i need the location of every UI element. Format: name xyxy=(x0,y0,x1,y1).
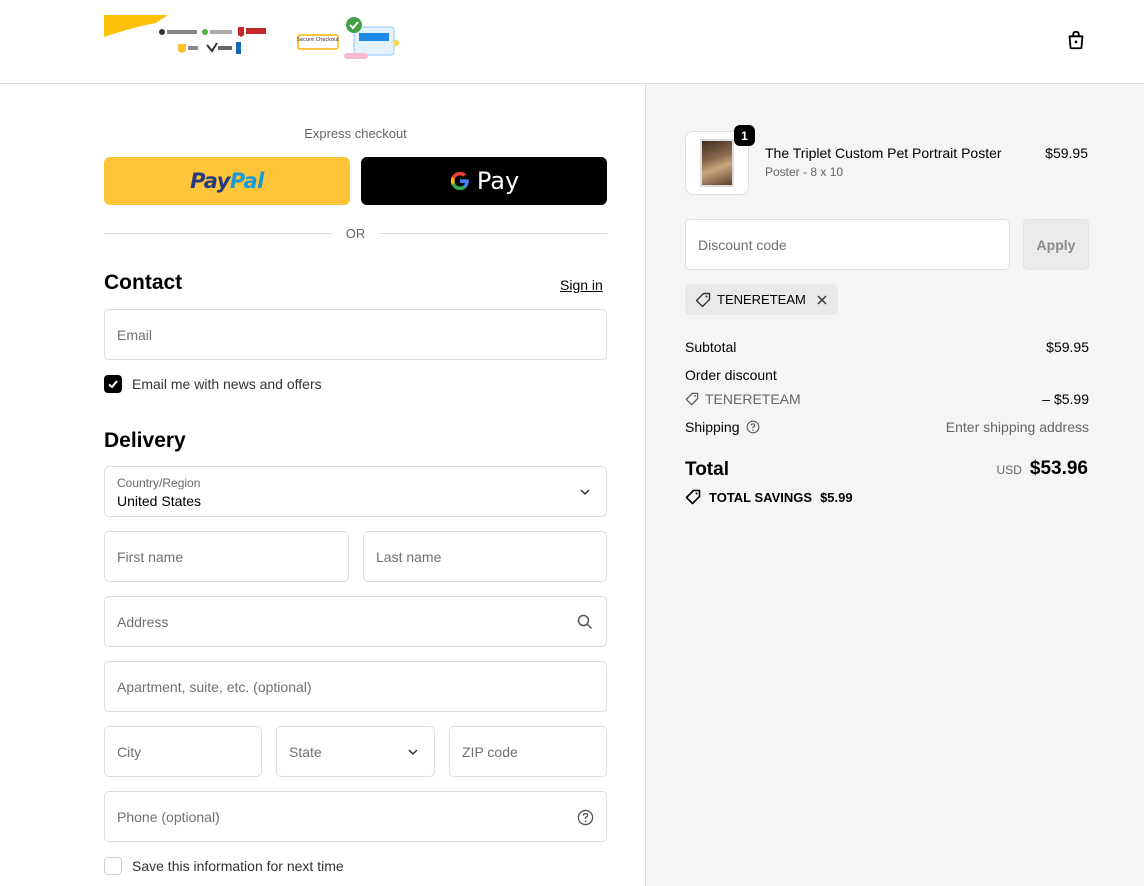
applied-discount-code: TENERETEAM xyxy=(717,292,806,307)
news-offers-row: Email me with news and offers xyxy=(104,375,322,393)
or-divider: OR xyxy=(104,225,607,241)
total-currency: USD xyxy=(996,463,1022,477)
contact-title: Contact xyxy=(104,271,183,294)
product-name: The Triplet Custom Pet Portrait Poster xyxy=(765,145,1002,161)
google-pay-button[interactable]: Pay xyxy=(361,157,607,205)
express-checkout-label: Express checkout xyxy=(304,126,407,141)
phone-field[interactable]: Phone (optional) xyxy=(104,791,607,842)
news-offers-label: Email me with news and offers xyxy=(132,376,322,392)
total-value: $53.96 xyxy=(1029,458,1088,479)
paypal-button[interactable]: PayPal xyxy=(104,157,350,205)
last-name-field[interactable]: Last name xyxy=(363,531,607,582)
search-icon xyxy=(576,613,594,631)
subtotal-row: Subtotal $59.95 xyxy=(685,339,1089,355)
city-field[interactable]: City xyxy=(104,726,262,777)
discount-code-row: TENERETEAM – $5.99 xyxy=(685,391,1089,407)
checkout-header: Secure Checkout xyxy=(0,0,1144,84)
save-info-checkbox[interactable] xyxy=(104,857,122,875)
close-icon xyxy=(817,295,827,304)
chevron-down-icon xyxy=(576,483,594,501)
subtotal-value: $59.95 xyxy=(1046,339,1089,355)
sign-in-link[interactable]: Sign in xyxy=(560,277,603,293)
product-price: $59.95 xyxy=(1045,145,1088,161)
tag-icon xyxy=(695,292,711,307)
save-info-row: Save this information for next time xyxy=(104,857,344,875)
country-select[interactable]: Country/Region United States xyxy=(104,466,607,517)
first-name-field[interactable]: First name xyxy=(104,531,349,582)
help-circle-icon[interactable] xyxy=(746,420,760,434)
zip-field[interactable]: ZIP code xyxy=(449,726,607,777)
discount-code-field[interactable]: Discount code xyxy=(685,219,1010,270)
total-savings: TOTAL SAVINGS $5.99 xyxy=(685,489,853,505)
total-label: Total xyxy=(685,459,729,480)
cart-button[interactable] xyxy=(1062,26,1090,54)
help-circle-icon[interactable] xyxy=(576,808,594,826)
state-select[interactable]: State xyxy=(276,726,435,777)
discount-code-label: TENERETEAM xyxy=(705,391,801,407)
product-variant: Poster - 8 x 10 xyxy=(765,165,844,179)
chevron-down-icon xyxy=(404,743,422,761)
paypal-logo: PayPal xyxy=(190,169,264,193)
discount-value: – $5.99 xyxy=(1042,391,1089,407)
store-logo[interactable]: Secure Checkout xyxy=(104,15,404,65)
secure-checkout-text: Secure Checkout xyxy=(297,37,339,43)
shipping-value: Enter shipping address xyxy=(945,419,1089,435)
applied-discount-chip: TENERETEAM xyxy=(685,284,838,315)
pet-portrait-image xyxy=(700,139,734,187)
google-g-icon xyxy=(450,171,469,191)
savings-label: TOTAL SAVINGS xyxy=(709,489,813,505)
save-info-label: Save this information for next time xyxy=(132,858,344,874)
apartment-field[interactable]: Apartment, suite, etc. (optional) xyxy=(104,661,607,712)
apply-discount-button[interactable]: Apply xyxy=(1023,219,1089,270)
email-field[interactable]: Email xyxy=(104,309,607,360)
tag-icon xyxy=(685,489,701,505)
savings-value: $5.99 xyxy=(820,489,853,505)
shipping-row: Shipping Enter shipping address xyxy=(685,419,1089,435)
remove-discount-button[interactable] xyxy=(816,294,828,306)
tag-icon xyxy=(685,392,699,406)
google-pay-label: Pay xyxy=(476,167,520,195)
checkout-main: Express checkout PayPal Pay OR Contact S… xyxy=(0,84,645,886)
delivery-title: Delivery xyxy=(104,429,186,452)
total-amount: USD $53.96 xyxy=(997,458,1088,480)
check-icon xyxy=(108,380,118,389)
order-discount-row: Order discount xyxy=(685,367,777,383)
quantity-badge: 1 xyxy=(734,125,755,146)
order-summary: 1 The Triplet Custom Pet Portrait Poster… xyxy=(645,84,1144,886)
address-field[interactable]: Address xyxy=(104,596,607,647)
news-offers-checkbox[interactable] xyxy=(104,375,122,393)
shopping-bag-icon xyxy=(1068,30,1084,50)
